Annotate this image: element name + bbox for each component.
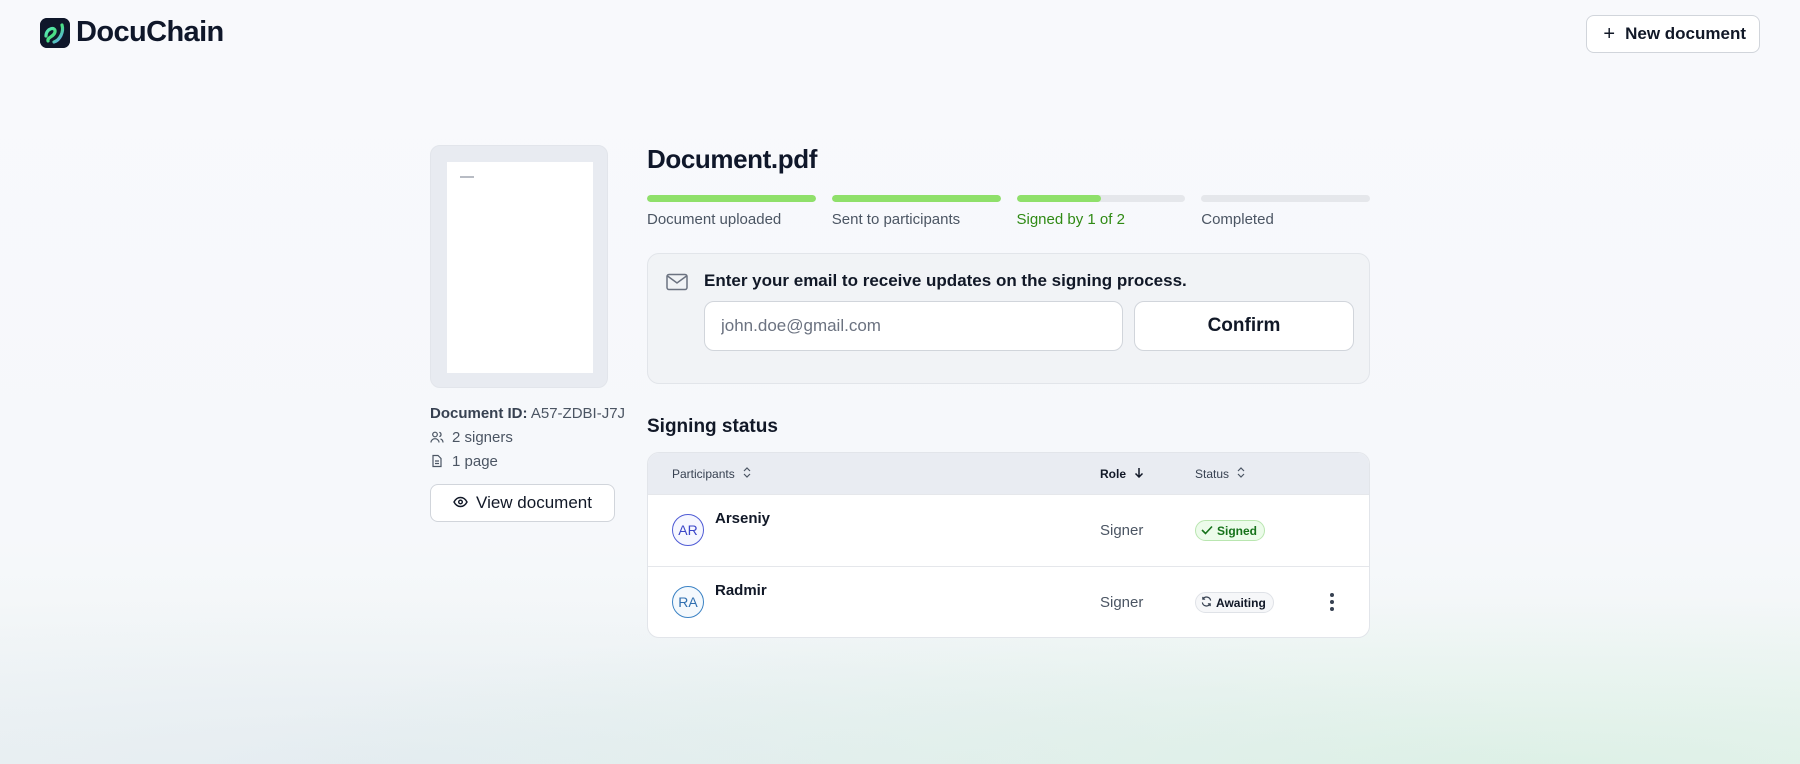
step-label: Sent to participants [831, 211, 961, 228]
view-document-label: View document [476, 493, 592, 512]
file-icon [430, 454, 444, 468]
step-bar-fill [1016, 195, 1101, 202]
participant-name: Radmir [715, 582, 767, 599]
step-bar [1016, 195, 1186, 202]
step-bar [831, 195, 1001, 202]
logo[interactable]: DocuChain [40, 16, 224, 49]
progress-steps: Document uploaded Sent to participants S… [647, 195, 1370, 228]
step-bar-fill [831, 195, 1001, 202]
column-label: Role [1100, 466, 1127, 481]
document-id-row: Document ID: A57-ZDBI-J7J [430, 401, 630, 425]
step-bar-fill [647, 195, 816, 202]
docuchain-logo-icon [40, 17, 70, 48]
users-icon [430, 430, 444, 444]
participant-role: Signer [1100, 594, 1144, 611]
more-vertical-icon[interactable] [1322, 591, 1342, 613]
column-participants[interactable]: Participants [672, 453, 751, 494]
document-id-label: Document ID: [430, 404, 528, 422]
step-label-active: Signed by 1 of 2 [1016, 211, 1125, 228]
mail-icon [666, 273, 688, 296]
status-text: Signed [1217, 523, 1258, 538]
step-completed: Completed [1201, 195, 1370, 228]
participant-role: Signer [1100, 522, 1144, 539]
document-meta: Document ID: A57-ZDBI-J7J 2 signers 1 pa… [430, 401, 630, 473]
email-input[interactable] [704, 301, 1123, 351]
signing-status-table: Participants Role Status AR Arseniy Sign… [647, 452, 1370, 638]
column-role[interactable]: Role [1100, 453, 1144, 494]
logo-text: DocuChain [76, 16, 224, 48]
new-document-label: New document [1625, 24, 1746, 43]
column-status[interactable]: Status [1195, 453, 1245, 494]
thumbnail-text-line [460, 176, 474, 178]
document-id-value: A57-ZDBI-J7J [530, 404, 626, 422]
participant-name: Arseniy [715, 510, 771, 527]
eye-icon [453, 493, 468, 513]
signers-count: 2 signers [452, 428, 513, 446]
table-row[interactable]: AR Arseniy Signer Signed [648, 494, 1369, 566]
table-header: Participants Role Status [648, 453, 1369, 494]
check-icon [1201, 524, 1213, 538]
document-title: Document.pdf [647, 144, 817, 174]
step-uploaded: Document uploaded [647, 195, 816, 228]
pages-count: 1 page [452, 452, 498, 470]
document-thumbnail[interactable] [430, 145, 608, 388]
signing-status-title: Signing status [647, 416, 778, 437]
status-badge: Awaiting [1195, 592, 1274, 613]
sort-icon [1237, 466, 1245, 481]
confirm-button[interactable]: Confirm [1134, 301, 1354, 351]
column-label: Status [1195, 466, 1230, 481]
email-updates-card: Enter your email to receive updates on t… [647, 253, 1370, 384]
plus-icon: + [1603, 23, 1616, 45]
thumbnail-page [447, 162, 593, 373]
status-text: Awaiting [1216, 595, 1266, 610]
step-bar [647, 195, 816, 202]
column-label: Participants [672, 466, 735, 481]
step-label: Document uploaded [647, 211, 782, 228]
step-bar [1201, 195, 1370, 202]
step-signed: Signed by 1 of 2 [1016, 195, 1186, 228]
arrow-down-icon [1134, 467, 1144, 481]
step-sent: Sent to participants [831, 195, 1001, 228]
step-label: Completed [1201, 211, 1274, 228]
top-header: DocuChain + New document [0, 0, 1800, 66]
sort-icon [743, 466, 751, 481]
pages-row: 1 page [430, 449, 630, 473]
avatar: AR [672, 514, 704, 546]
new-document-button[interactable]: + New document [1586, 15, 1760, 53]
signers-row: 2 signers [430, 425, 630, 449]
view-document-button[interactable]: View document [430, 484, 615, 522]
table-row[interactable]: RA Radmir Signer Awaiting [648, 566, 1369, 637]
email-prompt: Enter your email to receive updates on t… [704, 271, 1187, 290]
avatar: RA [672, 586, 704, 618]
status-badge: Signed [1195, 520, 1266, 541]
refresh-icon [1201, 596, 1212, 610]
